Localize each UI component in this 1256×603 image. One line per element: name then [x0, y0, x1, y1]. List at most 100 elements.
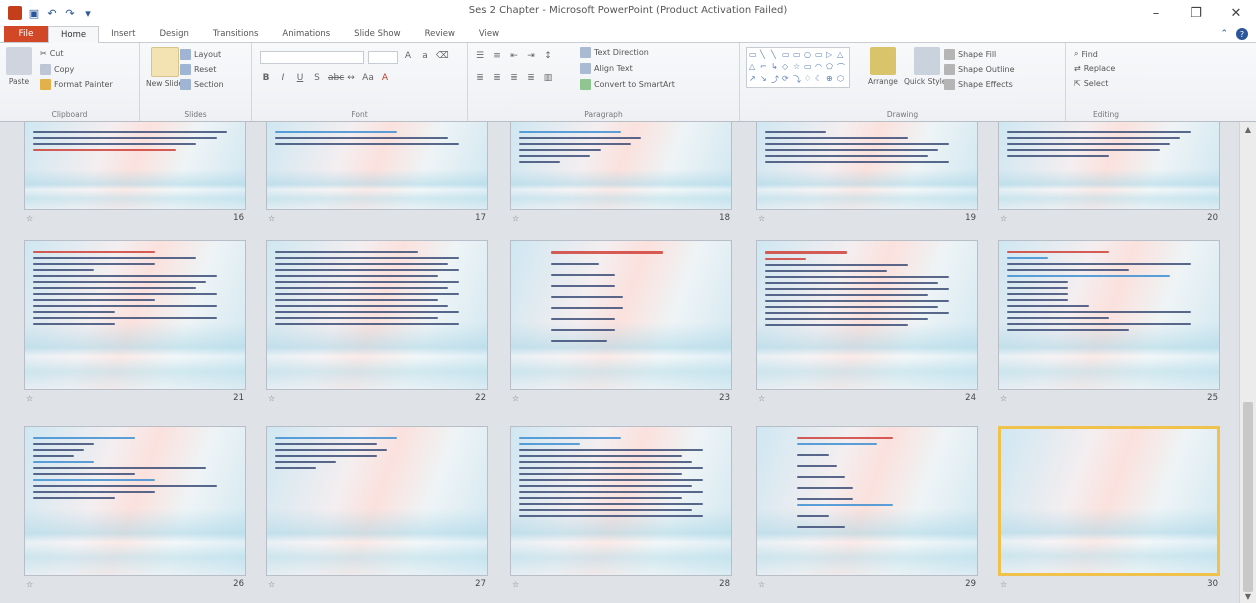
slide-preview[interactable] [510, 122, 732, 210]
tab-insert[interactable]: Insert [99, 26, 147, 42]
slide-preview[interactable] [998, 122, 1220, 210]
align-left-icon[interactable]: ≣ [474, 73, 486, 83]
vertical-scrollbar[interactable]: ▲ ▼ [1239, 122, 1256, 603]
slide-preview[interactable] [266, 240, 488, 390]
align-text-button[interactable]: Align Text [580, 63, 633, 74]
slide-preview[interactable] [24, 122, 246, 210]
paste-button[interactable]: Paste [6, 47, 32, 86]
scroll-up-icon[interactable]: ▲ [1240, 122, 1256, 136]
slide-preview[interactable] [510, 426, 732, 576]
shape-outline-button[interactable]: Shape Outline [944, 64, 1015, 75]
align-right-icon[interactable]: ≣ [508, 73, 520, 83]
slide-thumbnail-25[interactable]: ☆ 25 [998, 240, 1220, 406]
slide-thumbnail-23[interactable]: ☆ 23 [510, 240, 732, 406]
slide-preview[interactable] [756, 122, 978, 210]
slide-thumbnail-17[interactable]: ☆ 17 [266, 122, 488, 226]
undo-icon[interactable]: ↶ [46, 7, 58, 20]
maximize-button[interactable]: ❐ [1176, 0, 1216, 26]
transition-star-icon[interactable]: ☆ [26, 580, 33, 589]
char-spacing-icon[interactable]: ↔ [345, 73, 357, 83]
slide-thumbnail-20[interactable]: ☆ 20 [998, 122, 1220, 226]
transition-star-icon[interactable]: ☆ [512, 394, 519, 403]
transition-star-icon[interactable]: ☆ [268, 580, 275, 589]
slide-thumbnail-18[interactable]: ☆ 18 [510, 122, 732, 226]
decrease-indent-icon[interactable]: ⇤ [508, 51, 520, 61]
tab-file[interactable]: File [4, 26, 48, 42]
bullets-icon[interactable]: ☰ [474, 51, 486, 61]
slide-thumbnail-16[interactable]: ☆ 16 [24, 122, 246, 226]
find-button[interactable]: ⌕ Find [1074, 49, 1098, 59]
tab-review[interactable]: Review [413, 26, 467, 42]
tab-design[interactable]: Design [148, 26, 201, 42]
select-button[interactable]: ⇱ Select [1074, 79, 1108, 88]
increase-indent-icon[interactable]: ⇥ [525, 51, 537, 61]
columns-icon[interactable]: ▥ [542, 73, 554, 83]
transition-star-icon[interactable]: ☆ [512, 580, 519, 589]
transition-star-icon[interactable]: ☆ [1000, 214, 1007, 223]
transition-star-icon[interactable]: ☆ [1000, 394, 1007, 403]
slide-thumbnail-21[interactable]: ☆ 21 [24, 240, 246, 406]
transition-star-icon[interactable]: ☆ [1000, 580, 1007, 589]
slide-thumbnail-26[interactable]: ☆ 26 [24, 426, 246, 592]
slide-thumbnail-27[interactable]: ☆ 27 [266, 426, 488, 592]
slide-thumbnail-22[interactable]: ☆ 22 [266, 240, 488, 406]
shape-effects-button[interactable]: Shape Effects [944, 79, 1013, 90]
transition-star-icon[interactable]: ☆ [758, 394, 765, 403]
minimize-button[interactable]: – [1136, 0, 1176, 26]
tab-home[interactable]: Home [48, 26, 100, 43]
convert-smartart-button[interactable]: Convert to SmartArt [580, 79, 675, 90]
customize-qat-icon[interactable]: ▾ [82, 7, 94, 20]
slide-preview[interactable] [998, 426, 1220, 576]
help-icon[interactable]: ? [1236, 28, 1248, 40]
scroll-down-icon[interactable]: ▼ [1240, 589, 1256, 603]
italic-icon[interactable]: I [277, 73, 289, 83]
replace-button[interactable]: ⇄ Replace [1074, 64, 1115, 73]
transition-star-icon[interactable]: ☆ [26, 394, 33, 403]
close-button[interactable]: ✕ [1216, 0, 1256, 26]
justify-icon[interactable]: ≣ [525, 73, 537, 83]
slide-preview[interactable] [998, 240, 1220, 390]
font-name-dropdown[interactable] [260, 51, 364, 64]
shrink-font-icon[interactable]: a [419, 51, 431, 61]
slide-preview[interactable] [756, 426, 978, 576]
font-size-dropdown[interactable] [368, 51, 398, 64]
format-painter-button[interactable]: Format Painter [40, 79, 113, 90]
align-center-icon[interactable]: ≣ [491, 73, 503, 83]
slide-preview[interactable] [24, 426, 246, 576]
slide-thumbnail-19[interactable]: ☆ 19 [756, 122, 978, 226]
tab-view[interactable]: View [467, 26, 511, 42]
transition-star-icon[interactable]: ☆ [26, 214, 33, 223]
slide-preview[interactable] [266, 426, 488, 576]
slide-preview[interactable] [266, 122, 488, 210]
font-color-icon[interactable]: A [379, 73, 391, 83]
transition-star-icon[interactable]: ☆ [268, 214, 275, 223]
slide-thumbnail-24[interactable]: ☆ 24 [756, 240, 978, 406]
copy-button[interactable]: Copy [40, 64, 74, 75]
shadow-icon[interactable]: S [311, 73, 323, 83]
transition-star-icon[interactable]: ☆ [758, 580, 765, 589]
reset-button[interactable]: Reset [180, 64, 216, 75]
arrange-button[interactable]: Arrange [868, 47, 898, 86]
strikethrough-icon[interactable]: abc [328, 73, 344, 83]
section-button[interactable]: Section [180, 79, 224, 90]
underline-icon[interactable]: U [294, 73, 306, 83]
slide-thumbnail-28[interactable]: ☆ 28 [510, 426, 732, 592]
line-spacing-icon[interactable]: ↕ [542, 51, 554, 61]
slide-thumbnail-30[interactable]: ☆ 30 [998, 426, 1220, 592]
tab-transitions[interactable]: Transitions [201, 26, 271, 42]
scrollbar-thumb[interactable] [1243, 402, 1253, 592]
new-slide-button[interactable]: New Slide [146, 47, 183, 88]
save-icon[interactable]: ▣ [28, 7, 40, 20]
shapes-gallery[interactable]: ▭ ╲ ╲ ▭ ▭ ○ ▭ ▷ △ △ ⌐ ↳ ◇ ☆ ▭ ◠ ⬠ ⌒ ↗ ↘ ⤴ ⟳ ⤵ ♢ ☾ ⊕ ⬡ [746, 47, 850, 88]
transition-star-icon[interactable]: ☆ [268, 394, 275, 403]
redo-icon[interactable]: ↷ [64, 7, 76, 20]
tab-slide-show[interactable]: Slide Show [342, 26, 412, 42]
cut-button[interactable]: ✂ Cut [40, 49, 64, 58]
change-case-icon[interactable]: Aa [362, 73, 374, 83]
grow-font-icon[interactable]: A [402, 51, 414, 61]
layout-button[interactable]: Layout [180, 49, 221, 60]
slide-preview[interactable] [24, 240, 246, 390]
slide-preview[interactable] [756, 240, 978, 390]
slide-preview[interactable] [510, 240, 732, 390]
clear-formatting-icon[interactable]: ⌫ [436, 51, 449, 61]
